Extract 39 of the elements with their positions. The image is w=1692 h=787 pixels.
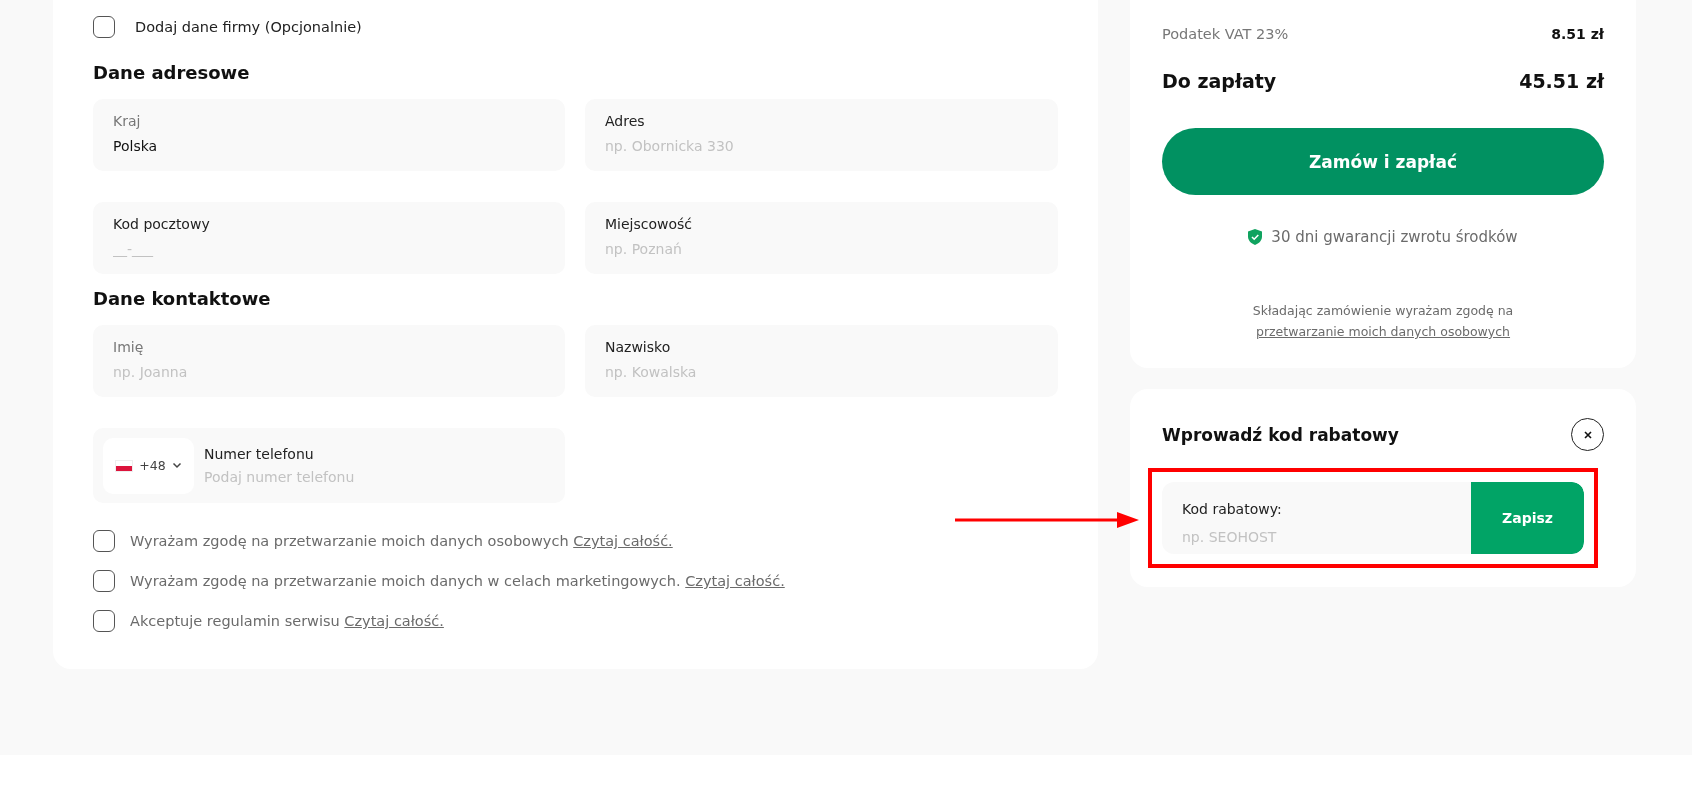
close-icon [1582,429,1593,440]
read-more-link[interactable]: Czytaj całość. [573,533,673,549]
consent-text: Akceptuje regulamin serwisu Czytaj całość. [130,613,444,629]
guarantee-text: 30 dni gwarancji zwrotu środków [1271,228,1518,246]
field-label: Nazwisko [605,338,672,356]
field-label: Kraj [113,112,142,130]
text-input[interactable]: __-___ [113,240,545,258]
country-code-select[interactable]: +48 [103,437,194,494]
consent-text: Wyrażam zgodę na przetwarzanie moich danych osobowych Czytaj całość. [130,533,673,549]
order-button[interactable]: Zamów i zapłać [1162,128,1604,195]
save-button[interactable]: Zapisz [1471,482,1584,554]
field-label: Kod pocztowy [113,215,211,233]
total-label: Do zapłaty [1162,70,1277,92]
field-label: Miejscowość [605,215,694,233]
discount-title: Wprowadź kod rabatowy [1162,424,1399,445]
flag-icon [115,459,134,472]
field-label: Adres [605,112,646,130]
checkbox[interactable] [93,530,115,552]
chevron-down-icon [171,462,182,469]
checkbox[interactable] [93,16,115,38]
field-label: Imię [113,338,145,356]
vat-amount: 8.51 zł [1551,26,1604,42]
checkbox-label: Dodaj dane firmy (Opcjonalnie) [135,19,362,35]
read-more-link[interactable]: Czytaj całość. [685,573,785,589]
read-more-link[interactable]: Czytaj całość. [344,613,444,629]
shield-check-icon [1248,229,1263,245]
vat-label: Podatek VAT 23% [1162,26,1289,42]
section-title: Dane kontaktowe [93,287,272,311]
checkbox[interactable] [93,610,115,632]
close-button[interactable] [1571,418,1604,451]
field-label: Kod rabatowy: [1182,500,1283,518]
consent-text: Wyrażam zgodę na przetwarzanie moich danych w celach marketingowych. Czytaj całość. [130,573,785,589]
total-amount: 45.51 zł [1519,70,1604,92]
checkbox[interactable] [93,570,115,592]
field-label: Numer telefonu [204,445,315,463]
section-title: Dane adresowe [93,61,251,85]
privacy-link[interactable]: przetwarzanie moich danych osobowych [1255,324,1511,339]
terms-text: Składając zamówienie wyrażam zgodę na przetwarzanie moich danych osobowych [1251,302,1515,341]
text-input[interactable]: Polska [113,137,545,155]
